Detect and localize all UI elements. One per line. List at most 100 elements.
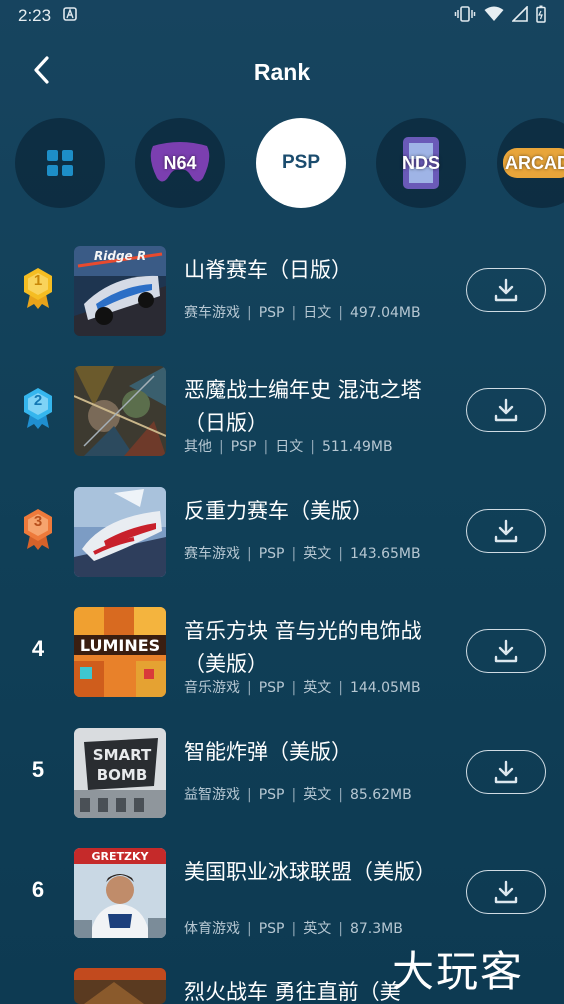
list-item[interactable]: 6 GRETZKY 美国职业冰球联盟（美版） 体育游戏 | PSP | 英文 | 87.3M…	[0, 842, 564, 938]
game-thumbnail[interactable]: LUMINES	[74, 607, 166, 697]
game-language: 日文	[275, 439, 304, 455]
thumbnail-logo-text: Ridge R	[94, 249, 146, 263]
list-item[interactable]: 4 LUMINES 音乐方块 音与光的电饰战（美版） 音乐游戏 | PSP | 英文 | 1…	[0, 601, 564, 697]
gold-medal-icon: 1	[14, 262, 62, 314]
game-language: 英文	[303, 921, 332, 937]
chevron-left-icon	[34, 56, 49, 84]
status-bar: 2:23	[0, 0, 564, 32]
game-size: 143.65MB	[349, 546, 421, 562]
rank-number: 1	[33, 272, 43, 289]
game-title: 音乐方块 音与光的电饰战（美版）	[184, 619, 422, 676]
game-language: 英文	[303, 546, 332, 562]
game-meta: 其他 | PSP | 日文 | 511.49MB	[184, 439, 393, 455]
game-platform: PSP	[258, 546, 285, 562]
back-button[interactable]	[22, 50, 62, 90]
battery-icon	[536, 5, 546, 28]
game-size: 87.3MB	[349, 921, 403, 937]
game-meta: 赛车游戏 | PSP | 英文 | 143.65MB	[184, 546, 421, 562]
header: Rank	[0, 42, 564, 102]
game-thumbnail[interactable]	[74, 487, 166, 577]
rank-slot: 5	[14, 744, 62, 796]
download-icon	[494, 760, 518, 784]
game-platform: PSP	[258, 305, 285, 321]
vibrate-icon	[454, 5, 476, 27]
game-platform: PSP	[230, 439, 257, 455]
download-icon	[494, 398, 518, 422]
download-button[interactable]	[466, 509, 546, 553]
game-genre: 益智游戏	[184, 787, 240, 803]
game-language: 英文	[303, 787, 332, 803]
status-time: 2:23	[18, 6, 52, 25]
game-genre: 音乐游戏	[184, 680, 240, 696]
thumbnail-logo-text: BOMB	[97, 766, 148, 784]
game-thumbnail[interactable]: Ridge R	[74, 246, 166, 336]
bronze-medal-icon: 3	[14, 503, 62, 555]
platform-n64-button[interactable]: N64	[135, 118, 225, 208]
rank-number: 6	[31, 877, 45, 902]
game-size: 511.49MB	[321, 439, 393, 455]
game-genre: 体育游戏	[184, 921, 240, 937]
platform-nds-label: NDS	[401, 152, 440, 173]
platform-selector: N64 PSP NDS ARCADE	[0, 118, 564, 210]
thumbnail-logo-text: LUMINES	[80, 636, 160, 655]
game-thumbnail[interactable]: SMART BOMB	[74, 728, 166, 818]
rank-slot: 6	[14, 864, 62, 916]
list-item[interactable]: 1 Ridge R 山脊赛车（日版） 赛车游戏 | PSP | 日文 | 497.04MB	[0, 240, 564, 336]
game-language: 英文	[303, 680, 332, 696]
thumbnail-logo-text: SMART	[93, 746, 152, 764]
game-title: 智能炸弹（美版）	[184, 740, 352, 764]
game-size: 497.04MB	[349, 305, 421, 321]
game-platform: PSP	[258, 921, 285, 937]
game-language: 日文	[303, 305, 332, 321]
download-icon	[494, 278, 518, 302]
cellular-signal-icon	[511, 4, 528, 27]
download-button[interactable]	[466, 870, 546, 914]
game-platform: PSP	[258, 680, 285, 696]
game-meta: 体育游戏 | PSP | 英文 | 87.3MB	[184, 921, 403, 937]
page-title: Rank	[253, 58, 311, 85]
silver-medal-icon: 2	[14, 382, 62, 434]
watermark-text: 大玩客	[392, 947, 525, 996]
game-platform: PSP	[258, 787, 285, 803]
thumbnail-logo-text: GRETZKY	[92, 850, 150, 863]
platform-n64-label: N64	[163, 152, 197, 173]
platform-psp-button[interactable]: PSP	[256, 118, 346, 208]
game-meta: 益智游戏 | PSP | 英文 | 85.62MB	[184, 787, 412, 803]
download-button[interactable]	[466, 388, 546, 432]
game-genre: 赛车游戏	[184, 546, 240, 562]
game-title: 山脊赛车（日版）	[184, 258, 352, 282]
game-genre: 其他	[184, 439, 212, 455]
wifi-icon	[484, 6, 504, 27]
platform-nds-button[interactable]: NDS	[376, 118, 466, 208]
game-thumbnail[interactable]	[74, 968, 166, 1004]
platform-arcade-button[interactable]: ARCADE	[497, 118, 564, 208]
rank-number: 5	[31, 757, 45, 782]
download-icon	[494, 880, 518, 904]
download-button[interactable]	[466, 629, 546, 673]
list-item[interactable]: 5 SMART BOMB 智能炸弹（美版） 益智游戏 | PSP | 英文 | 85.62M…	[0, 722, 564, 818]
platform-all-button[interactable]	[15, 118, 105, 208]
rank-number: 2	[33, 392, 43, 409]
rank-number: 4	[31, 636, 45, 661]
game-genre: 赛车游戏	[184, 305, 240, 321]
game-meta: 音乐游戏 | PSP | 英文 | 144.05MB	[184, 680, 421, 696]
rank-number: 3	[33, 513, 43, 530]
download-icon	[494, 639, 518, 663]
rank-slot: 4	[14, 623, 62, 675]
game-thumbnail[interactable]	[74, 366, 166, 456]
download-button[interactable]	[466, 750, 546, 794]
game-meta: 赛车游戏 | PSP | 日文 | 497.04MB	[184, 305, 421, 321]
game-thumbnail[interactable]: GRETZKY	[74, 848, 166, 938]
game-title: 美国职业冰球联盟（美版）	[184, 860, 436, 884]
platform-arcade-label: ARCADE	[505, 152, 564, 173]
game-size: 85.62MB	[349, 787, 412, 803]
platform-psp-label: PSP	[281, 152, 321, 173]
list-item[interactable]: 2 恶魔战士编年史 混沌之塔（日版） 其他 | PSP | 日文 | 511.49MB	[0, 360, 564, 456]
notification-a-icon	[63, 6, 77, 26]
grid-icon	[47, 150, 73, 176]
download-icon	[494, 519, 518, 543]
list-item[interactable]: 3 反重力赛车（美版） 赛车游戏 | PSP | 英文 | 143.65MB	[0, 481, 564, 577]
game-title: 恶魔战士编年史 混沌之塔（日版）	[184, 378, 422, 435]
game-title: 反重力赛车（美版）	[184, 499, 373, 523]
download-button[interactable]	[466, 268, 546, 312]
